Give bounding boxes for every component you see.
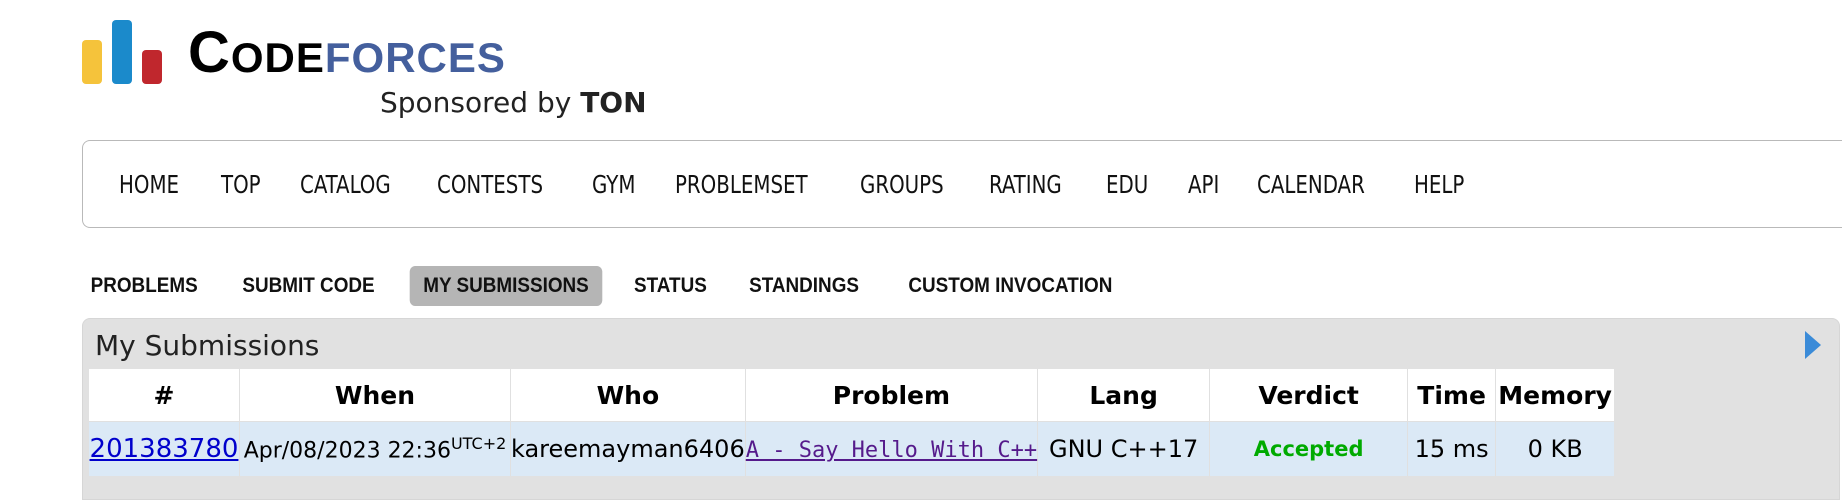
submission-when: Apr/08/2023 22:36UTC+2 [239, 421, 511, 476]
triangle-right-icon[interactable] [1805, 331, 1821, 359]
menu-problems[interactable]: PROBLEMS [89, 266, 211, 306]
col-header-time: Time [1407, 369, 1497, 422]
logo-sponsor: Sponsored by TON [380, 86, 647, 119]
nav-top[interactable]: TOP [221, 170, 261, 199]
col-header-id: # [89, 369, 240, 422]
menu-standings[interactable]: STANDINGS [735, 266, 872, 306]
submission-memory: 0 KB [1495, 421, 1615, 476]
nav-catalog[interactable]: CATALOG [300, 170, 391, 199]
menu-submit-code[interactable]: SUBMIT CODE [229, 266, 388, 306]
menu-status[interactable]: STATUS [621, 266, 721, 306]
submissions-table: # When Who Problem Lang Verdict Time Mem… [89, 369, 1615, 476]
nav-help[interactable]: HELP [1414, 170, 1464, 199]
logo-bar-yellow [82, 40, 102, 84]
nav-edu[interactable]: EDU [1106, 170, 1148, 199]
submission-problem-cell: A - Say Hello With C++ [745, 421, 1039, 476]
nav-rating[interactable]: RATING [989, 170, 1062, 199]
nav-contests[interactable]: CONTESTS [437, 170, 543, 199]
nav-gym[interactable]: GYM [592, 170, 635, 199]
nav-home[interactable]: HOME [119, 170, 179, 199]
col-header-verdict: Verdict [1209, 369, 1409, 422]
codeforces-logo[interactable]: CODEFORCES Sponsored by TON [82, 20, 647, 120]
logo-bar-red [142, 50, 162, 84]
submission-lang: GNU C++17 [1037, 421, 1211, 476]
logo-bar-blue [112, 20, 132, 84]
table-row: 201383780 Apr/08/2023 22:36UTC+2 kareema… [89, 421, 1615, 476]
nav-problemset[interactable]: PROBLEMSET [675, 170, 808, 199]
submission-id-link[interactable]: 201383780 [90, 434, 239, 464]
second-level-menu: PROBLEMS SUBMIT CODE MY SUBMISSIONS STAT… [82, 266, 1141, 306]
table-header-row: # When Who Problem Lang Verdict Time Mem… [89, 369, 1615, 422]
col-header-problem: Problem [745, 369, 1039, 422]
col-header-when: When [239, 369, 511, 422]
main-nav: HOME TOP CATALOG CONTESTS GYM PROBLEMSET… [82, 140, 1842, 228]
logo-wordmark: CODEFORCES [188, 20, 506, 85]
col-header-lang: Lang [1037, 369, 1211, 422]
submissions-title: My Submissions [95, 329, 320, 362]
submission-verdict: Accepted [1209, 421, 1409, 476]
submissions-box: My Submissions # When Who Problem Lang V… [82, 318, 1840, 500]
menu-my-submissions[interactable]: MY SUBMISSIONS [409, 266, 603, 306]
timezone-label: UTC+2 [450, 434, 507, 454]
nav-groups[interactable]: GROUPS [860, 170, 944, 199]
nav-api[interactable]: API [1188, 170, 1219, 199]
menu-custom-invocation[interactable]: CUSTOM INVOCATION [895, 266, 1126, 306]
submission-time: 15 ms [1407, 421, 1497, 476]
nav-calendar[interactable]: CALENDAR [1257, 170, 1365, 199]
problem-link[interactable]: A - Say Hello With C++ [746, 438, 1037, 463]
col-header-memory: Memory [1495, 369, 1615, 422]
submission-id-cell: 201383780 [89, 421, 240, 476]
col-header-who: Who [510, 369, 746, 422]
submission-who: kareemayman6406 [510, 421, 746, 476]
